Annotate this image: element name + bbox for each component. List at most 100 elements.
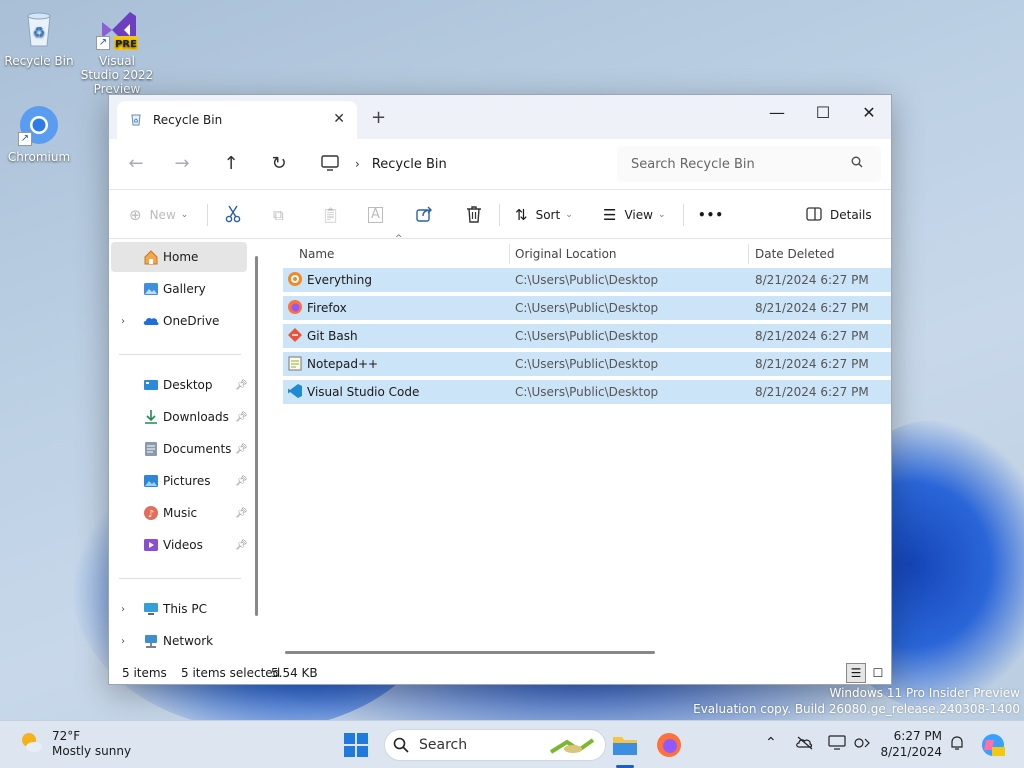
start-button[interactable] (342, 731, 370, 759)
sidebar-item-music[interactable]: ♪ Music 📌︎ (111, 498, 248, 528)
onedrive-icon (143, 313, 159, 329)
paste-icon: 📋︎ (321, 206, 341, 224)
tiles-view-icon[interactable]: ☐ (868, 663, 888, 683)
status-selected-size: 5.54 KB (271, 666, 318, 680)
minimize-button[interactable]: — (754, 99, 800, 127)
network-icon (143, 633, 159, 649)
scissors-icon (225, 205, 241, 226)
status-item-count: 5 items (122, 666, 167, 680)
breadcrumb-recycle-bin[interactable]: Recycle Bin (372, 157, 447, 172)
status-bar: 5 items 5 items selected 5.54 KB ☰ ☐ (109, 660, 891, 685)
desktop-icon-label: Recycle Bin (4, 54, 74, 68)
sidebar-item-this-pc[interactable]: › This PC (111, 594, 247, 624)
notification-bell-icon[interactable] (949, 735, 965, 755)
desktop-icon-chromium[interactable]: ↗ Chromium (1, 104, 77, 164)
sidebar-item-onedrive[interactable]: › OneDrive (111, 306, 247, 336)
paste-button[interactable]: 📋︎ (321, 204, 340, 226)
new-label: New (149, 208, 176, 222)
share-button[interactable] (416, 204, 433, 226)
address-bar[interactable]: › Recycle Bin (313, 146, 609, 182)
sidebar-item-home[interactable]: Home (111, 242, 247, 272)
chevron-right-icon[interactable]: › (121, 636, 125, 647)
weather-widget[interactable]: 72°F Mostly sunny (18, 729, 131, 759)
forward-arrow-icon[interactable]: → (167, 151, 197, 177)
details-label: Details (830, 208, 872, 222)
sidebar-item-desktop[interactable]: Desktop 📌︎ (111, 370, 248, 400)
tab-title: Recycle Bin (153, 113, 223, 127)
file-row-everything[interactable]: Everything C:\Users\Public\Desktop 8/21/… (283, 268, 891, 292)
up-arrow-icon[interactable]: ↑ (216, 151, 246, 177)
view-button[interactable]: ☰ View ⌄ (603, 204, 665, 226)
column-header-name[interactable]: Name (299, 240, 334, 268)
pin-icon: 📌︎ (235, 507, 248, 519)
file-row-git-bash[interactable]: Git Bash C:\Users\Public\Desktop 8/21/20… (283, 324, 891, 348)
display-icon[interactable] (828, 735, 846, 755)
onedrive-offline-icon[interactable] (796, 735, 814, 755)
navigation-bar: ← → ↑ ↻ › Recycle Bin Search Recycle Bin (109, 139, 891, 189)
downloads-icon (143, 409, 159, 425)
pin-icon: 📌︎ (235, 539, 248, 551)
search-icon (851, 156, 863, 172)
horizontal-scrollbar[interactable] (285, 651, 655, 654)
copilot-icon[interactable] (980, 732, 1008, 760)
details-view-icon[interactable]: ☰ (846, 663, 866, 683)
sidebar-item-videos[interactable]: Videos 📌︎ (111, 530, 248, 560)
file-explorer-taskbar-icon[interactable] (611, 731, 639, 759)
pin-icon: 📌︎ (235, 379, 248, 391)
recycle-bin-icon: ♻ (129, 112, 143, 129)
pin-icon: 📌︎ (235, 443, 248, 455)
command-bar: ⊕ New ⌄ ⧉ 📋︎ A ⇅ Sort ⌄ ☰ View ⌄ ••• Det… (109, 189, 891, 239)
sort-icon: ⇅ (515, 206, 528, 224)
chevron-right-icon[interactable]: › (121, 604, 125, 615)
close-button[interactable]: ✕ (846, 99, 892, 127)
maximize-button[interactable]: ☐ (800, 99, 846, 127)
view-lines-icon: ☰ (603, 206, 617, 224)
more-options-button[interactable]: ••• (698, 204, 724, 226)
column-header-date-deleted[interactable]: Date Deleted (755, 240, 835, 268)
copy-button[interactable]: ⧉ (273, 204, 284, 226)
file-row-visual-studio-code[interactable]: Visual Studio Code C:\Users\Public\Deskt… (283, 380, 891, 404)
sidebar-item-gallery[interactable]: Gallery (111, 274, 247, 304)
breadcrumb-chevron-icon: › (355, 157, 360, 171)
sort-ascending-icon: ^ (395, 234, 403, 244)
svg-text:♻: ♻ (133, 118, 138, 125)
sidebar-item-downloads[interactable]: Downloads 📌︎ (111, 402, 248, 432)
status-selected-count: 5 items selected (181, 666, 281, 680)
clock-time: 6:27 PM (893, 729, 942, 743)
tab-close-icon[interactable]: ✕ (333, 111, 345, 127)
delete-button[interactable] (466, 204, 482, 226)
pin-icon: 📌︎ (235, 411, 248, 423)
new-tab-button[interactable]: + (371, 107, 386, 128)
network-volume-icon[interactable] (853, 735, 871, 755)
system-clock[interactable]: 6:27 PM 8/21/2024 (878, 728, 942, 760)
file-row-firefox[interactable]: Firefox C:\Users\Public\Desktop 8/21/202… (283, 296, 891, 320)
firefox-taskbar-icon[interactable] (655, 731, 683, 759)
sidebar-item-pictures[interactable]: Pictures 📌︎ (111, 466, 248, 496)
music-icon: ♪ (143, 505, 159, 521)
desktop-icon-visual-studio[interactable]: PRE ↗ Visual Studio 2022 Preview (79, 8, 155, 96)
tab-recycle-bin[interactable]: ♻ Recycle Bin ✕ (117, 101, 357, 139)
sidebar-scrollbar[interactable] (255, 256, 258, 616)
refresh-icon[interactable]: ↻ (264, 151, 294, 177)
column-header-location[interactable]: Original Location (515, 240, 617, 268)
chevron-down-icon: ⌄ (565, 210, 573, 220)
file-row-notepad-plus-plus[interactable]: Notepad++ C:\Users\Public\Desktop 8/21/2… (283, 352, 891, 376)
cut-button[interactable] (225, 204, 241, 226)
sidebar-item-network[interactable]: › Network (111, 626, 247, 656)
back-arrow-icon[interactable]: ← (121, 151, 151, 177)
chevron-right-icon[interactable]: › (121, 316, 125, 327)
sort-button[interactable]: ⇅ Sort ⌄ (515, 204, 573, 226)
desktop-icon-recycle-bin[interactable]: ♻ Recycle Bin (1, 8, 77, 68)
taskbar-search-box[interactable]: Search (384, 729, 606, 761)
details-button[interactable]: Details (806, 204, 872, 226)
rename-button[interactable]: A (368, 204, 383, 226)
rename-icon: A (368, 207, 383, 223)
file-list: ^ Name Original Location Date Deleted Ev… (281, 234, 891, 658)
sidebar-item-documents[interactable]: Documents 📌︎ (111, 434, 248, 464)
sort-label: Sort (535, 208, 561, 222)
search-input[interactable]: Search Recycle Bin (617, 146, 881, 182)
notepadpp-icon (287, 355, 303, 371)
show-hidden-icons-chevron-icon[interactable]: ⌃ (765, 735, 777, 751)
new-button[interactable]: ⊕ New ⌄ (129, 204, 188, 226)
documents-icon (143, 441, 159, 457)
